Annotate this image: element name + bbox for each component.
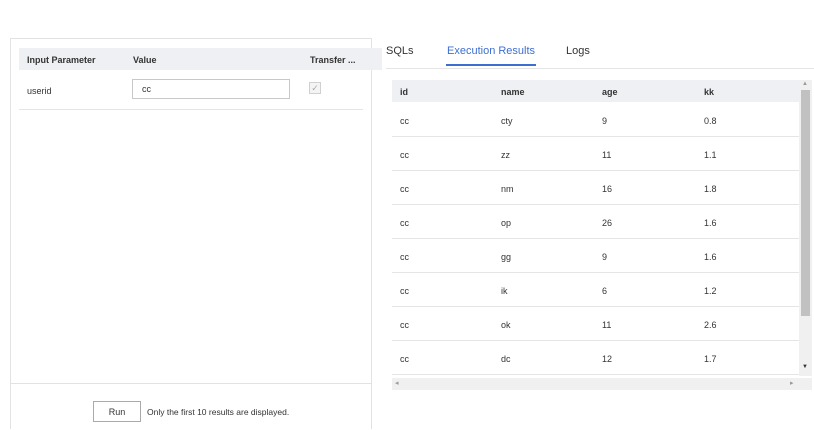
column-name: name	[501, 87, 525, 97]
result-tabs: SQLs Execution Results Logs	[386, 40, 814, 69]
param-value-input[interactable]	[132, 79, 290, 99]
cell-kk: 1.7	[704, 354, 717, 364]
cell-age: 6	[602, 286, 608, 296]
header-value: Value	[133, 55, 157, 65]
cell-age: 11	[602, 150, 612, 160]
cell-name: op	[501, 218, 512, 228]
cell-age: 12	[602, 354, 613, 364]
cell-id: cc	[400, 320, 409, 330]
cell-id: cc	[400, 286, 409, 296]
column-id: id	[400, 87, 408, 97]
active-tab-indicator	[446, 64, 536, 66]
cell-name: ok	[501, 320, 511, 330]
cell-id: cc	[400, 116, 409, 126]
table-row[interactable]: cc nm 16 1.8	[392, 171, 799, 205]
cell-id: cc	[400, 252, 409, 262]
transfer-checkbox[interactable]: ✓	[309, 82, 321, 94]
cell-id: cc	[400, 354, 409, 364]
cell-age: 16	[602, 184, 613, 194]
cell-id: cc	[400, 184, 409, 194]
scroll-left-icon[interactable]: ◂	[395, 379, 399, 387]
tab-execution-results[interactable]: Execution Results	[447, 45, 535, 57]
cell-name: zz	[501, 150, 510, 160]
cell-id: cc	[400, 150, 409, 160]
param-row: userid ✓	[19, 71, 363, 110]
results-table: id name age kk cc cty 9 0.8 cc zz 11 1.1 cc nm 16 1…	[392, 80, 799, 376]
cell-age: 9	[602, 252, 608, 262]
tab-logs[interactable]: Logs	[566, 45, 590, 57]
results-limit-note: Only the first 10 results are displayed.	[147, 407, 290, 417]
cell-age: 26	[602, 218, 613, 228]
cell-name: ik	[501, 286, 508, 296]
cell-age: 9	[602, 116, 608, 126]
tab-sqls[interactable]: SQLs	[386, 45, 414, 57]
scrollbar-thumb[interactable]	[801, 90, 810, 316]
cell-age: 11	[602, 320, 612, 330]
scroll-right-icon[interactable]: ▸	[790, 379, 794, 387]
cell-kk: 1.1	[704, 150, 717, 160]
vertical-scrollbar[interactable]: ▲ ▼	[799, 80, 812, 376]
param-table-header: Input Parameter Value Transfer ...	[19, 48, 382, 70]
table-row[interactable]: cc ik 6 1.2	[392, 273, 799, 307]
scroll-down-icon[interactable]: ▼	[802, 364, 808, 370]
table-row[interactable]: cc cty 9 0.8	[392, 103, 799, 137]
cell-kk: 1.8	[704, 184, 717, 194]
cell-name: dc	[501, 354, 511, 364]
left-footer: Run Only the first 10 results are displa…	[11, 383, 371, 430]
column-age: age	[602, 87, 618, 97]
cell-kk: 2.6	[704, 320, 717, 330]
cell-name: gg	[501, 252, 512, 262]
table-row[interactable]: cc zz 11 1.1	[392, 137, 799, 171]
cell-kk: 1.6	[704, 252, 717, 262]
horizontal-scrollbar[interactable]: ◂ ▸	[392, 378, 812, 390]
cell-kk: 0.8	[704, 116, 717, 126]
column-kk: kk	[704, 87, 715, 97]
header-input-parameter: Input Parameter	[27, 55, 96, 65]
check-icon: ✓	[311, 83, 319, 93]
results-table-header: id name age kk	[392, 80, 799, 102]
cell-id: cc	[400, 218, 409, 228]
cell-kk: 1.2	[704, 286, 717, 296]
cell-kk: 1.6	[704, 218, 717, 228]
table-row[interactable]: cc ok 11 2.6	[392, 307, 799, 341]
header-transfer: Transfer ...	[310, 55, 356, 65]
input-parameters-panel: Input Parameter Value Transfer ... useri…	[10, 38, 382, 430]
param-name: userid	[27, 86, 52, 96]
table-row[interactable]: cc op 26 1.6	[392, 205, 799, 239]
table-row[interactable]: cc dc 12 1.7	[392, 341, 799, 375]
scroll-up-icon[interactable]: ▲	[802, 81, 808, 87]
cell-name: nm	[501, 184, 514, 194]
cell-name: cty	[501, 116, 513, 126]
table-row[interactable]: cc gg 9 1.6	[392, 239, 799, 273]
run-button[interactable]: Run	[93, 401, 141, 422]
